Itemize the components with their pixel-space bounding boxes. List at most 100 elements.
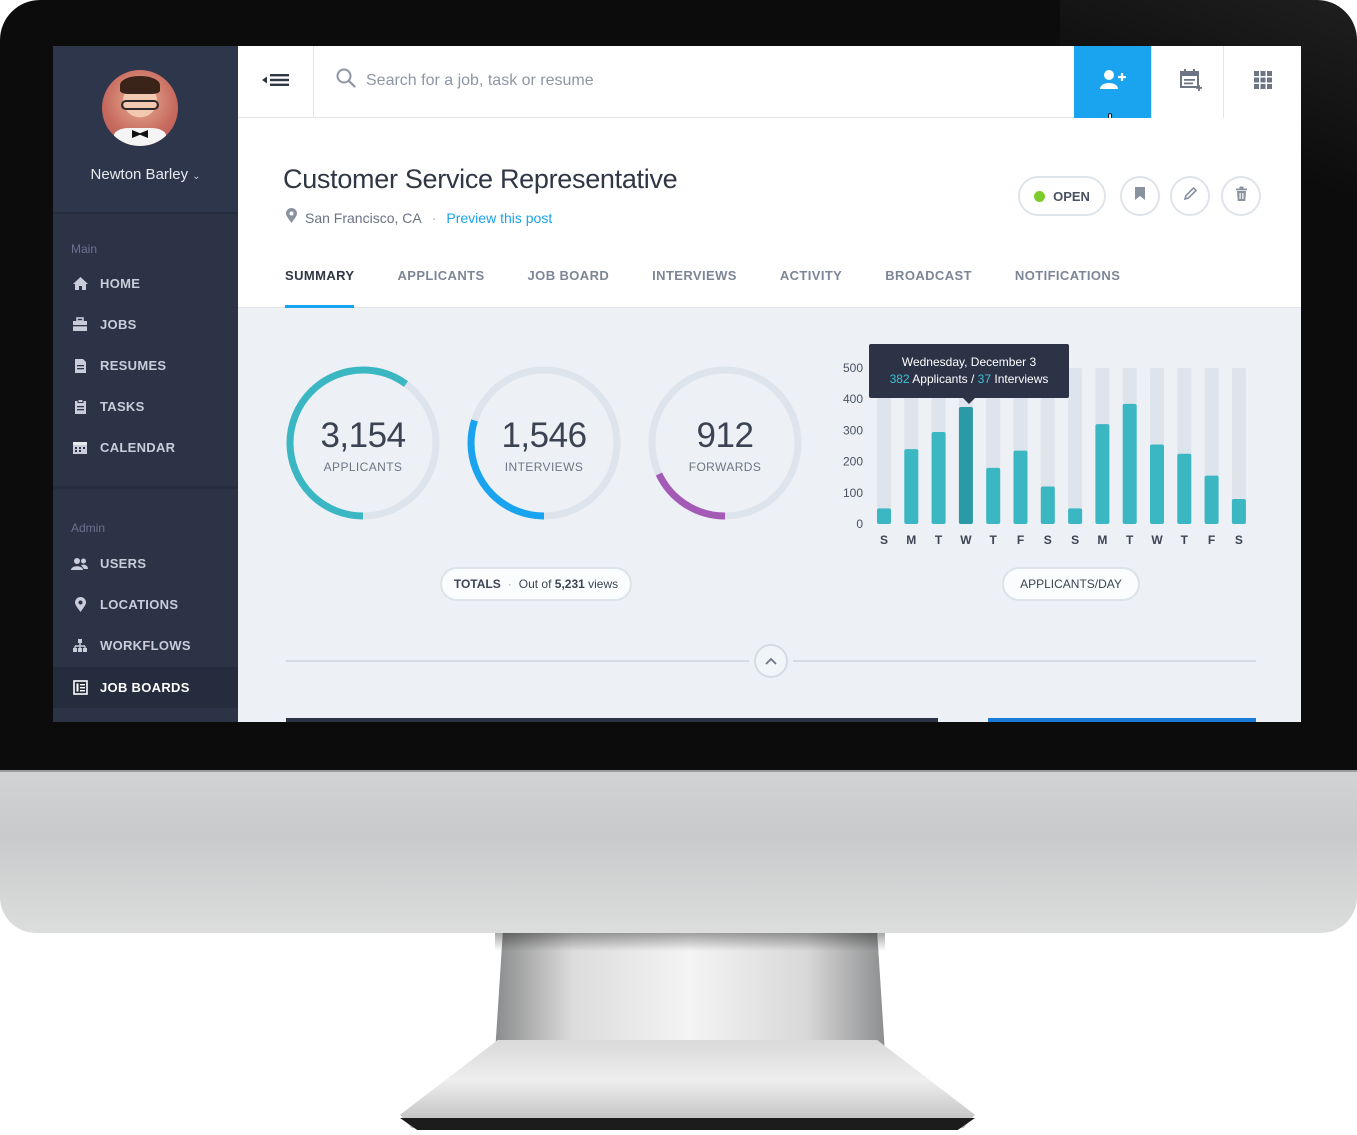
sidebar-item-users[interactable]: USERS bbox=[53, 543, 238, 584]
totals-label: TOTALS bbox=[453, 577, 501, 591]
tab-job-board[interactable]: JOB BOARD bbox=[528, 268, 610, 308]
x-tick-label: M bbox=[906, 533, 916, 547]
monitor-stand-foot bbox=[400, 1040, 975, 1128]
bar[interactable] bbox=[1122, 403, 1137, 524]
monitor-stand-neck bbox=[495, 933, 885, 1053]
bar[interactable] bbox=[986, 467, 1001, 524]
job-location: San Francisco, CA bbox=[305, 209, 422, 226]
sidebar-item-calendar[interactable]: CALENDAR bbox=[53, 427, 238, 468]
user-menu[interactable]: Newton Barley ⌄ bbox=[53, 166, 238, 183]
chart-tooltip: Wednesday, December 3 382 Applicants / 3… bbox=[869, 344, 1069, 404]
sidebar-item-workflows[interactable]: WORKFLOWS bbox=[53, 625, 238, 666]
next-panel-edge-accent bbox=[988, 718, 1256, 722]
tooltip-values: 382 Applicants / 37 Interviews bbox=[869, 371, 1069, 388]
tooltip-date: Wednesday, December 3 bbox=[901, 355, 1037, 369]
calendar-icon bbox=[71, 440, 89, 456]
search-input[interactable] bbox=[366, 71, 786, 90]
x-tick-label: S bbox=[1044, 533, 1052, 547]
location-pin-icon bbox=[285, 208, 298, 227]
stat-label: APPLICANTS bbox=[323, 460, 403, 474]
tab-interviews[interactable]: INTERVIEWS bbox=[652, 268, 737, 308]
bar[interactable] bbox=[877, 508, 891, 524]
delete-button[interactable] bbox=[1221, 176, 1261, 216]
bar[interactable] bbox=[1013, 450, 1028, 524]
sidebar-item-label: CALENDAR bbox=[100, 440, 176, 455]
monitor-stand-foot-edge bbox=[400, 1118, 975, 1130]
totals-views: 5,231 bbox=[554, 577, 585, 591]
next-panel-edge bbox=[286, 718, 938, 722]
bar[interactable] bbox=[1204, 475, 1219, 524]
sidebar-item-label: TASKS bbox=[100, 399, 145, 414]
bar[interactable] bbox=[931, 431, 946, 524]
sidebar-divider bbox=[53, 486, 238, 489]
tab-summary[interactable]: SUMMARY bbox=[285, 268, 355, 308]
sidebar-item-home[interactable]: HOME bbox=[53, 263, 238, 304]
totals-button[interactable]: TOTALS · Out of 5,231 views bbox=[440, 567, 632, 601]
users-icon bbox=[71, 556, 89, 572]
bar[interactable] bbox=[1177, 453, 1192, 524]
y-tick-label: 100 bbox=[843, 486, 863, 500]
stat-ring-interviews: 1,546 INTERVIEWS bbox=[467, 366, 621, 520]
tab-activity[interactable]: ACTIVITY bbox=[780, 268, 842, 308]
bar[interactable] bbox=[1040, 486, 1055, 524]
section-divider-left bbox=[286, 660, 749, 662]
sidebar-item-job-boards[interactable]: JOB BOARDS bbox=[53, 667, 238, 708]
apps-button[interactable] bbox=[1223, 46, 1301, 118]
section-divider-right bbox=[793, 660, 1256, 662]
bookmark-button[interactable] bbox=[1120, 176, 1160, 216]
bar[interactable] bbox=[1150, 444, 1164, 524]
sidebar-item-jobs[interactable]: JOBS bbox=[53, 304, 238, 345]
sidebar-item-label: RESUMES bbox=[100, 358, 167, 373]
user-profile: Newton Barley ⌄ bbox=[53, 46, 238, 214]
y-tick-label: 0 bbox=[856, 517, 863, 531]
bar[interactable] bbox=[958, 407, 973, 524]
status-dot bbox=[1034, 190, 1046, 202]
page-title: Customer Service Representative bbox=[283, 164, 678, 194]
x-tick-label: T bbox=[935, 533, 943, 547]
sidebar-item-locations[interactable]: LOCATIONS bbox=[53, 584, 238, 625]
status-badge[interactable]: OPEN bbox=[1018, 176, 1106, 216]
y-tick-label: 300 bbox=[843, 423, 863, 437]
y-tick-label: 500 bbox=[843, 361, 863, 375]
preview-post-link[interactable]: Preview this post bbox=[446, 210, 552, 226]
chart-button-label: APPLICANTS/DAY bbox=[1020, 577, 1122, 591]
home-icon bbox=[71, 276, 89, 292]
bar[interactable] bbox=[1231, 499, 1246, 524]
user-name: Newton Barley bbox=[90, 166, 189, 183]
collapse-section-button[interactable] bbox=[754, 644, 788, 678]
app-screen: Newton Barley ⌄ Main HOME JOBS RESUMES TA… bbox=[53, 46, 1301, 722]
tab-broadcast[interactable]: BROADCAST bbox=[885, 268, 972, 308]
y-tick-label: 200 bbox=[843, 455, 863, 469]
x-tick-label: T bbox=[1126, 533, 1134, 547]
avatar[interactable] bbox=[102, 70, 178, 146]
topbar bbox=[238, 46, 1301, 132]
tab-notifications[interactable]: NOTIFICATIONS bbox=[1015, 268, 1120, 308]
x-tick-label: S bbox=[1071, 533, 1079, 547]
meta-separator: · bbox=[431, 209, 437, 226]
applicants-per-day-button[interactable]: APPLICANTS/DAY bbox=[1002, 567, 1140, 601]
sidebar-toggle-button[interactable] bbox=[238, 46, 314, 118]
x-tick-label: F bbox=[1017, 533, 1024, 547]
x-tick-label: S bbox=[1235, 533, 1243, 547]
bar[interactable] bbox=[1068, 508, 1083, 524]
x-tick-label: M bbox=[1097, 533, 1107, 547]
sidebar-item-label: WORKFLOWS bbox=[100, 638, 191, 653]
bar[interactable] bbox=[1095, 424, 1110, 524]
add-user-icon bbox=[1099, 69, 1127, 96]
x-tick-label: S bbox=[880, 533, 888, 547]
add-candidate-button[interactable] bbox=[1074, 46, 1152, 118]
bar[interactable] bbox=[904, 449, 919, 524]
search-bar bbox=[336, 68, 786, 93]
add-event-button[interactable] bbox=[1151, 46, 1229, 118]
sidebar-item-resumes[interactable]: RESUMES bbox=[53, 345, 238, 386]
sidebar-item-tasks[interactable]: TASKS bbox=[53, 386, 238, 427]
edit-button[interactable] bbox=[1170, 176, 1210, 216]
job-header: Customer Service Representative San Fran… bbox=[238, 118, 1301, 308]
x-tick-label: W bbox=[960, 533, 972, 547]
x-tick-label: T bbox=[1181, 533, 1189, 547]
search-icon bbox=[336, 68, 356, 93]
sidebar-item-label: JOBS bbox=[100, 317, 137, 332]
stat-value: 912 bbox=[696, 416, 754, 455]
monitor-chin-edge bbox=[0, 770, 1357, 772]
tab-applicants[interactable]: APPLICANTS bbox=[397, 268, 484, 308]
